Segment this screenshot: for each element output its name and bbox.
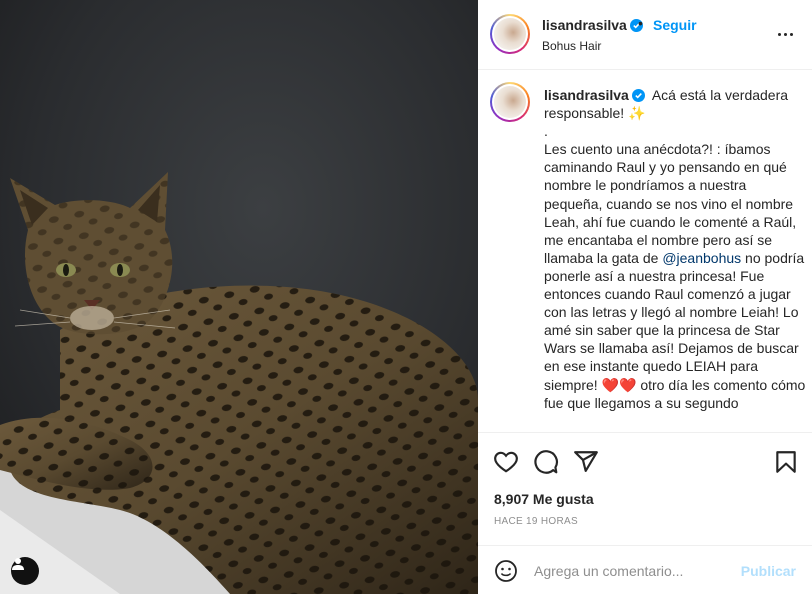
publish-button[interactable]: Publicar <box>741 563 796 579</box>
post-timestamp[interactable]: HACE 19 HORAS <box>494 516 578 527</box>
share-icon[interactable] <box>573 449 599 475</box>
heart-icon[interactable] <box>493 449 519 475</box>
more-options-icon[interactable] <box>773 22 797 46</box>
caption-body-part2: no podría ponerle así a nuestra princesa… <box>544 249 806 411</box>
follow-button[interactable]: Seguir <box>653 17 697 33</box>
emoji-icon[interactable] <box>494 559 518 583</box>
post-photo[interactable] <box>0 0 478 594</box>
caption-text: lisandrasilva Acá está la verdadera resp… <box>544 86 806 412</box>
bookmark-icon[interactable] <box>773 449 799 475</box>
verified-badge-icon <box>631 89 645 102</box>
post-header: lisandrasilva • Seguir Bohus Hair <box>478 0 812 70</box>
caption-author-avatar[interactable] <box>490 82 530 122</box>
caption-body-part1: Les cuento una anécdota?! : íbamos camin… <box>544 141 797 266</box>
caption-dot-line: . <box>544 123 548 140</box>
likes-count[interactable]: 8,907 Me gusta <box>494 491 594 507</box>
caption-author-link[interactable]: lisandrasilva <box>544 87 645 103</box>
comment-input[interactable] <box>534 560 734 582</box>
author-avatar[interactable] <box>490 14 530 54</box>
comment-bar: Publicar <box>478 545 812 594</box>
cat-photo-image <box>0 0 478 594</box>
post-side-panel: lisandrasilva • Seguir Bohus Hair lisand… <box>478 0 812 594</box>
caption-section: lisandrasilva Acá está la verdadera resp… <box>478 71 812 433</box>
separator-dot: • <box>638 15 643 31</box>
author-username-link[interactable]: lisandrasilva <box>542 17 643 33</box>
post-actions-bar <box>478 445 812 479</box>
mention-link[interactable]: @jeanbohus <box>662 250 741 266</box>
tagged-users-button[interactable] <box>11 557 39 585</box>
location-link[interactable]: Bohus Hair <box>542 39 601 53</box>
comment-icon[interactable] <box>533 449 559 475</box>
user-tag-icon <box>12 558 24 570</box>
